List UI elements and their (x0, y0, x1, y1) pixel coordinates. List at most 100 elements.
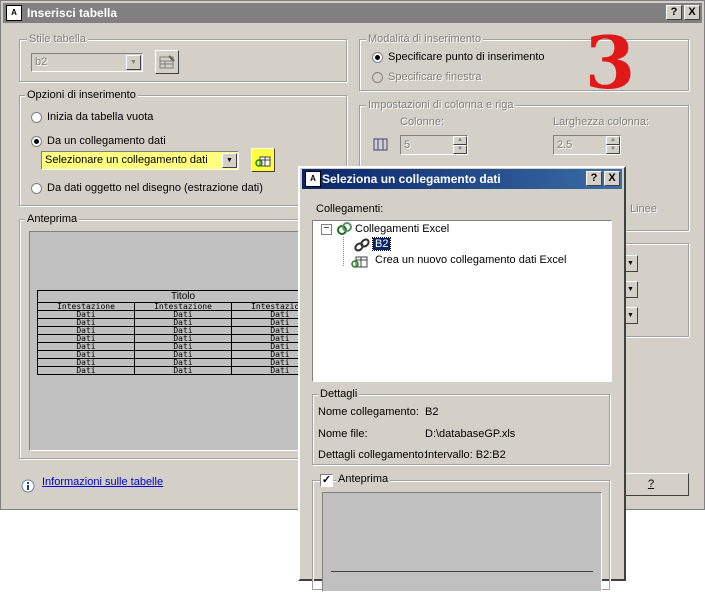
excel-links-icon (337, 222, 352, 235)
columns-value: 5 (404, 139, 411, 151)
preview-header-cell: Intestazione (37, 302, 135, 311)
info-icon (21, 479, 35, 493)
dialog-title: Seleziona un collegamento dati (322, 172, 501, 186)
insert-window-radio[interactable] (372, 72, 383, 83)
data-link-combo[interactable]: Selezionare un collegamento dati ▼ (41, 151, 239, 170)
preview-data-cell: Dati (134, 326, 232, 335)
tree-item-new-link[interactable]: Crea un nuovo collegamento dati Excel (375, 254, 566, 266)
columns-label: Colonne: (400, 116, 445, 128)
detail-key: Nome file: (318, 428, 368, 440)
preview-row: Dati Dati Dati (37, 310, 329, 319)
preview-data-cell: Dati (134, 350, 232, 359)
table-info-link[interactable]: Informazioni sulle tabelle (42, 476, 163, 488)
preview-data-cell: Dati (37, 342, 135, 351)
preview-data-cell: Dati (37, 326, 135, 335)
chevron-down-icon: ▼ (222, 153, 237, 168)
preview-checkbox[interactable]: ✓ (320, 474, 333, 487)
data-link-combo-value: Selezionare un collegamento dati (45, 154, 208, 166)
table-edit-icon (159, 55, 175, 69)
tree-root-label[interactable]: Collegamenti Excel (355, 223, 449, 235)
preview-divider (331, 571, 593, 572)
links-label: Collegamenti: (316, 203, 384, 215)
detail-value: Intervallo: B2:B2 (425, 449, 506, 461)
table-style-value: b2 (35, 56, 48, 68)
preview-row: Dati Dati Dati (37, 334, 329, 343)
object-data-label[interactable]: Da dati oggetto nel disegno (estrazione … (47, 182, 263, 194)
data-link-manager-button[interactable] (251, 148, 275, 172)
preview-data-cell: Dati (134, 334, 232, 343)
insert-mode-label: Modalità di inserimento (366, 33, 484, 45)
dialog-preview-label[interactable]: Anteprima (336, 473, 391, 485)
preview-row: Dati Dati Dati (37, 318, 329, 327)
insert-window-label[interactable]: Specificare finestra (388, 71, 482, 83)
main-close-button[interactable]: X (684, 5, 700, 20)
preview-data-cell: Dati (37, 366, 135, 375)
preview-data-cell: Dati (37, 310, 135, 319)
radio-dot-icon (34, 139, 39, 144)
preview-data-cell: Dati (134, 342, 232, 351)
preview-label: Anteprima (25, 213, 80, 225)
insert-point-label[interactable]: Specificare punto di inserimento (388, 51, 545, 63)
detail-value: D:\databaseGP.xls (425, 428, 516, 440)
preview-data-cell: Dati (134, 358, 232, 367)
preview-data-cell: Dati (37, 358, 135, 367)
object-data-radio[interactable] (31, 183, 42, 194)
empty-table-label[interactable]: Inizia da tabella vuota (47, 111, 153, 123)
preview-row: Dati Dati Dati (37, 342, 329, 351)
empty-table-radio[interactable] (31, 112, 42, 123)
table-style-dialog-button[interactable] (155, 50, 179, 74)
details-label: Dettagli (318, 388, 360, 400)
insert-options-label: Opzioni di inserimento (25, 89, 138, 101)
col-width-spinner[interactable]: 2.5 ▲ ▼ (553, 135, 621, 155)
col-width-value: 2.5 (557, 139, 573, 151)
main-window-title: Inserisci tabella (27, 6, 118, 20)
columns-spinner[interactable]: 5 ▲ ▼ (400, 135, 468, 155)
detail-key: Dettagli collegamento: (318, 449, 427, 461)
collapse-icon[interactable]: − (321, 224, 332, 235)
select-data-link-dialog: A Seleziona un collegamento dati ? X Col… (298, 166, 626, 592)
table-style-label: Stile tabella (27, 33, 88, 45)
rows-label-partial: Linee (630, 203, 657, 215)
preview-table-title: Titolo (37, 290, 329, 303)
col-width-label: Larghezza colonna: (553, 116, 650, 128)
column-row-label: Impostazioni di colonna e riga (366, 99, 516, 111)
tree-item-b2[interactable]: B2 (371, 237, 392, 251)
annotation-number: 3 (585, 20, 636, 105)
insert-point-radio[interactable] (372, 52, 383, 63)
columns-icon (373, 138, 388, 151)
preview-table: Titolo Intestazione Intestazione Intestazio… (37, 290, 329, 375)
detail-value: B2 (425, 406, 439, 418)
app-icon: A (6, 5, 22, 21)
data-link-label[interactable]: Da un collegamento dati (47, 135, 166, 147)
preview-data-cell: Dati (37, 318, 135, 327)
new-excel-link-icon (351, 256, 368, 268)
preview-row: Dati Dati Dati (37, 326, 329, 335)
preview-data-cell: Dati (37, 334, 135, 343)
data-link-radio[interactable] (31, 136, 42, 147)
data-link-icon (255, 156, 271, 167)
table-style-combo[interactable]: b2 ▼ (31, 53, 143, 72)
chain-link-icon (354, 238, 370, 252)
chevron-down-icon: ▼ (126, 55, 141, 70)
spin-up-icon[interactable]: ▲ (606, 136, 620, 145)
insert-mode-group (359, 39, 689, 91)
main-help-title-button[interactable]: ? (666, 5, 682, 20)
dialog-close-button[interactable]: X (604, 171, 620, 186)
preview-row: Dati Dati Dati (37, 358, 329, 367)
dialog-help-title-button[interactable]: ? (586, 171, 602, 186)
dialog-title-bar[interactable]: A Seleziona un collegamento dati ? X (302, 169, 622, 189)
preview-row: Dati Dati Dati (37, 350, 329, 359)
help-button-label: ? (647, 478, 655, 490)
radio-dot-icon (375, 55, 380, 60)
spin-down-icon[interactable]: ▼ (606, 145, 620, 154)
spin-up-icon[interactable]: ▲ (453, 136, 467, 145)
tree-guide-line (343, 237, 344, 266)
dialog-preview-area (322, 492, 602, 592)
links-tree[interactable]: − Collegamenti Excel B2 Crea un nuovo co… (312, 220, 612, 382)
app-icon: A (305, 171, 321, 187)
preview-data-cell: Dati (37, 350, 135, 359)
preview-data-cell: Dati (134, 318, 232, 327)
preview-data-cell: Dati (134, 366, 232, 375)
spin-down-icon[interactable]: ▼ (453, 145, 467, 154)
preview-area: Titolo Intestazione Intestazione Intestazio… (29, 231, 339, 451)
